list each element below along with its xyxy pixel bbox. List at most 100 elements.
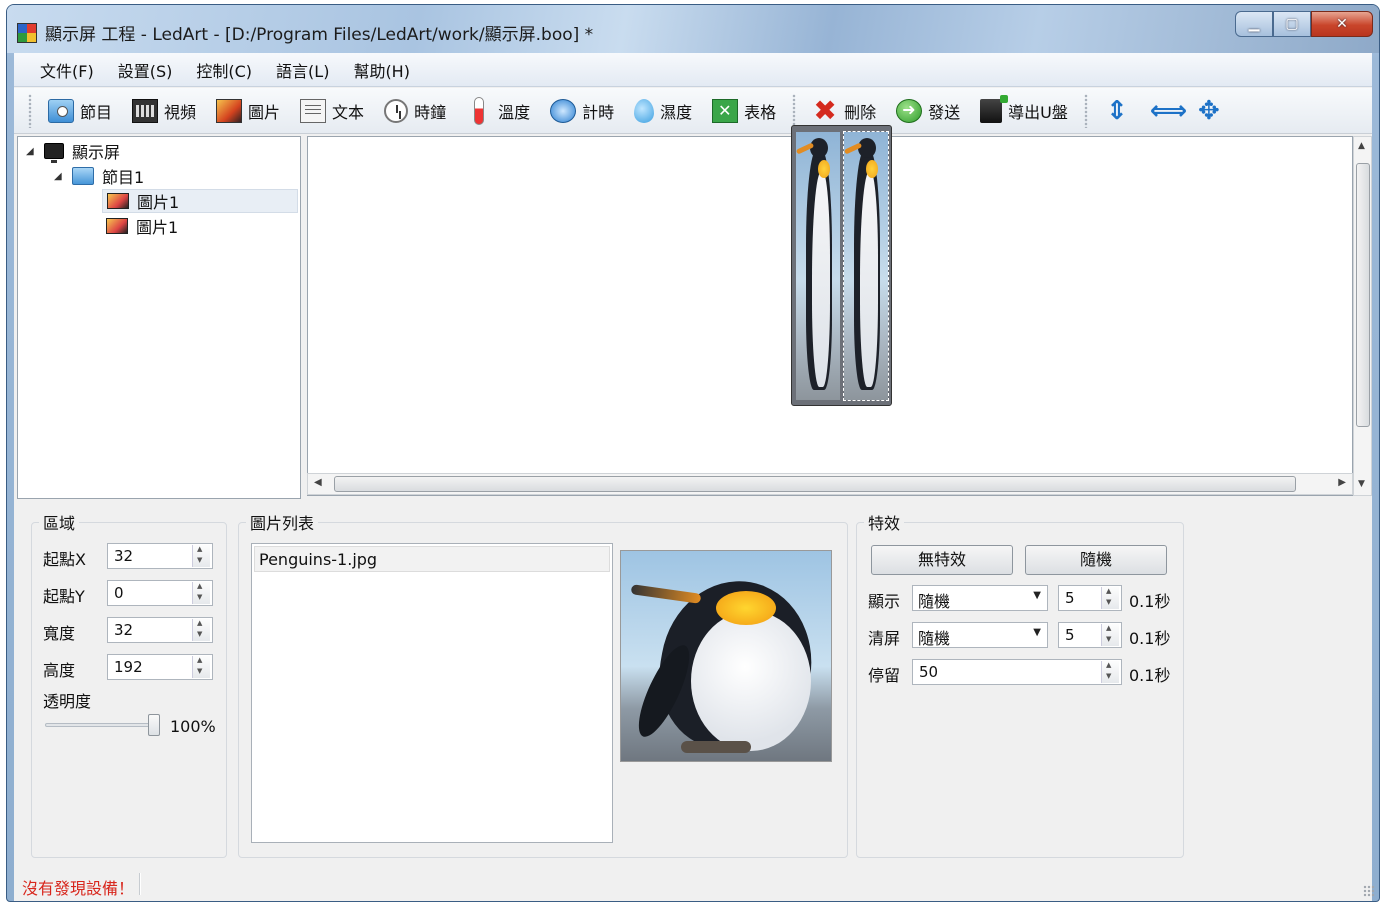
effects-title: 特效	[864, 510, 905, 534]
expand-triangle-icon[interactable]: ◢	[54, 171, 64, 182]
height-input[interactable]: 192	[107, 654, 213, 680]
image-icon	[106, 218, 128, 234]
menu-settings[interactable]: 設置(S)	[106, 58, 185, 82]
dropdown-arrow-icon[interactable]: ▼	[1033, 627, 1041, 638]
random-effect-button[interactable]: 隨機	[1025, 545, 1167, 575]
status-message: 沒有發現設備！	[22, 879, 135, 898]
window-controls: ▁ ▢ ✕	[1235, 11, 1373, 37]
region-group-title: 區域	[39, 510, 80, 534]
tree-node-image-1[interactable]: 圖片1	[102, 189, 298, 213]
menu-control[interactable]: 控制(C)	[184, 58, 264, 82]
delete-label: 刪除	[844, 102, 877, 122]
expand-triangle-icon[interactable]: ◢	[26, 146, 36, 157]
add-timer-button[interactable]: 計時	[540, 93, 624, 129]
canvas-horizontal-scrollbar[interactable]: ◀ ▶	[307, 473, 1353, 495]
penguin-neck-patch	[818, 160, 830, 178]
window-title: 顯示屏 工程 - LedArt - [D:/Program Files/LedA…	[45, 25, 594, 45]
spin-arrows-icon[interactable]	[1101, 587, 1119, 609]
width-input[interactable]: 32	[107, 617, 213, 643]
resize-grip[interactable]	[1363, 885, 1375, 897]
spin-arrows-icon[interactable]	[1101, 661, 1119, 683]
app-logo-icon	[17, 23, 37, 43]
stay-time-unit: 0.1秒	[1129, 666, 1171, 685]
video-icon	[132, 98, 159, 123]
scroll-down-arrow-icon[interactable]: ▼	[1358, 479, 1365, 489]
move-cross-icon: ✥	[1197, 95, 1220, 126]
image-icon	[216, 98, 243, 123]
stretch-vertical-button[interactable]: ⇕	[1094, 93, 1140, 129]
scroll-right-arrow-icon[interactable]: ▶	[1338, 477, 1346, 488]
export-udisk-button[interactable]: 導出U盤	[970, 93, 1078, 129]
led-area-1[interactable]	[796, 132, 840, 400]
height-label: 高度	[43, 661, 76, 680]
clear-effect-select[interactable]: 隨機 ▼	[912, 622, 1048, 648]
maximize-button[interactable]: ▢	[1273, 11, 1311, 37]
list-item[interactable]: Penguins-1.jpg	[254, 546, 610, 572]
opacity-slider-thumb[interactable]	[148, 714, 160, 736]
canvas-vertical-scrollbar[interactable]: ▲ ▼	[1353, 136, 1372, 496]
send-button[interactable]: 發送	[886, 93, 970, 129]
led-area-2-selected[interactable]	[843, 131, 889, 401]
usb-drive-icon	[980, 94, 1009, 123]
maximize-icon: ▢	[1285, 16, 1299, 32]
spin-arrows-icon[interactable]	[1101, 624, 1119, 646]
opacity-value: 100%	[170, 717, 216, 736]
add-text-button[interactable]: 文本	[290, 93, 374, 129]
stretch-horizontal-button[interactable]: ⟺	[1140, 93, 1187, 129]
tree-node-program[interactable]: ◢ 節目1	[54, 164, 144, 188]
water-drop-icon	[634, 98, 655, 123]
add-temperature-button[interactable]: 溫度	[456, 93, 540, 129]
menu-help[interactable]: 幫助(H)	[341, 58, 422, 82]
menu-file[interactable]: 文件(F)	[28, 58, 106, 82]
show-speed-input[interactable]: 5	[1058, 585, 1122, 611]
monitor-icon	[44, 143, 64, 163]
tree-node-image-2[interactable]: 圖片1	[106, 214, 178, 238]
start-x-input[interactable]: 32	[107, 543, 213, 569]
add-text-label: 文本	[332, 102, 365, 122]
no-effect-button[interactable]: 無特效	[871, 545, 1013, 575]
dropdown-arrow-icon[interactable]: ▼	[1033, 590, 1041, 601]
spin-arrows-icon[interactable]	[192, 619, 210, 641]
penguin-neck-patch	[866, 160, 878, 178]
text-icon	[300, 98, 327, 123]
add-temperature-label: 溫度	[498, 102, 531, 122]
add-program-button[interactable]: 節目	[38, 93, 122, 129]
add-video-button[interactable]: 視頻	[122, 93, 206, 129]
add-clock-button[interactable]: 時鐘	[374, 93, 456, 129]
add-table-button[interactable]: 表格	[702, 93, 786, 129]
scroll-up-arrow-icon[interactable]: ▲	[1358, 141, 1365, 151]
show-speed-value: 5	[1065, 589, 1075, 607]
stay-time-input[interactable]: 50	[912, 659, 1122, 685]
toolbar-grip[interactable]	[28, 93, 32, 128]
add-image-label: 圖片	[248, 102, 281, 122]
spin-arrows-icon[interactable]	[192, 545, 210, 567]
penguin-feet	[681, 741, 751, 753]
vertical-scroll-thumb[interactable]	[1356, 163, 1370, 427]
clear-speed-input[interactable]: 5	[1058, 622, 1122, 648]
title-bar[interactable]: 顯示屏 工程 - LedArt - [D:/Program Files/LedA…	[7, 5, 1379, 53]
menu-language[interactable]: 語言(L)	[264, 58, 341, 82]
stay-time-value: 50	[919, 663, 939, 681]
horizontal-scroll-thumb[interactable]	[334, 476, 1296, 492]
opacity-slider[interactable]	[45, 723, 157, 727]
penguin-belly	[691, 611, 811, 751]
minimize-button[interactable]: ▁	[1235, 11, 1273, 37]
spin-arrows-icon[interactable]	[192, 656, 210, 678]
add-humidity-button[interactable]: 濕度	[624, 93, 702, 129]
clear-effect-label: 清屏	[868, 629, 901, 648]
spin-arrows-icon[interactable]	[192, 582, 210, 604]
close-button[interactable]: ✕	[1311, 11, 1373, 37]
menu-bar: 文件(F) 設置(S) 控制(C) 語言(L) 幫助(H)	[14, 53, 1372, 87]
program-icon	[72, 167, 94, 185]
add-humidity-label: 濕度	[660, 102, 693, 122]
delete-button[interactable]: ✖ 刪除	[802, 93, 886, 129]
start-y-input[interactable]: 0	[107, 580, 213, 606]
add-image-button[interactable]: 圖片	[206, 93, 290, 129]
move-all-button[interactable]: ✥	[1186, 93, 1232, 129]
scroll-left-arrow-icon[interactable]: ◀	[314, 477, 322, 488]
clear-effect-selected: 隨機	[918, 629, 951, 648]
show-effect-select[interactable]: 隨機 ▼	[912, 585, 1048, 611]
image-list[interactable]: Penguins-1.jpg	[251, 543, 613, 843]
delete-x-icon: ✖	[813, 93, 837, 127]
tree-node-screen[interactable]: ◢ 顯示屏	[26, 139, 120, 163]
